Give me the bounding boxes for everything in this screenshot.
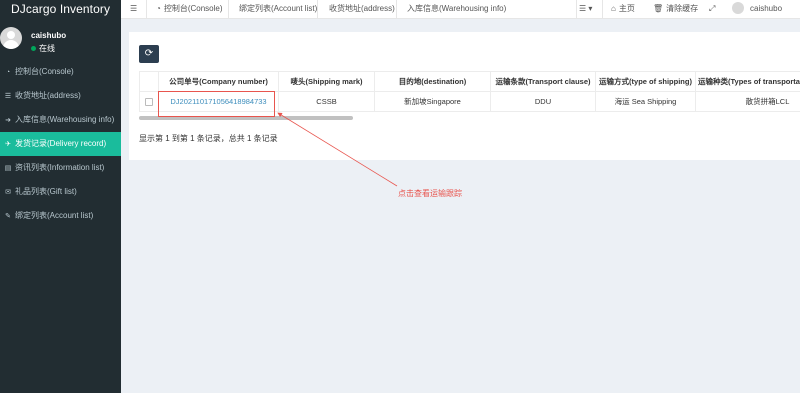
annotation-note: 点击查看运输跟踪	[398, 189, 462, 198]
